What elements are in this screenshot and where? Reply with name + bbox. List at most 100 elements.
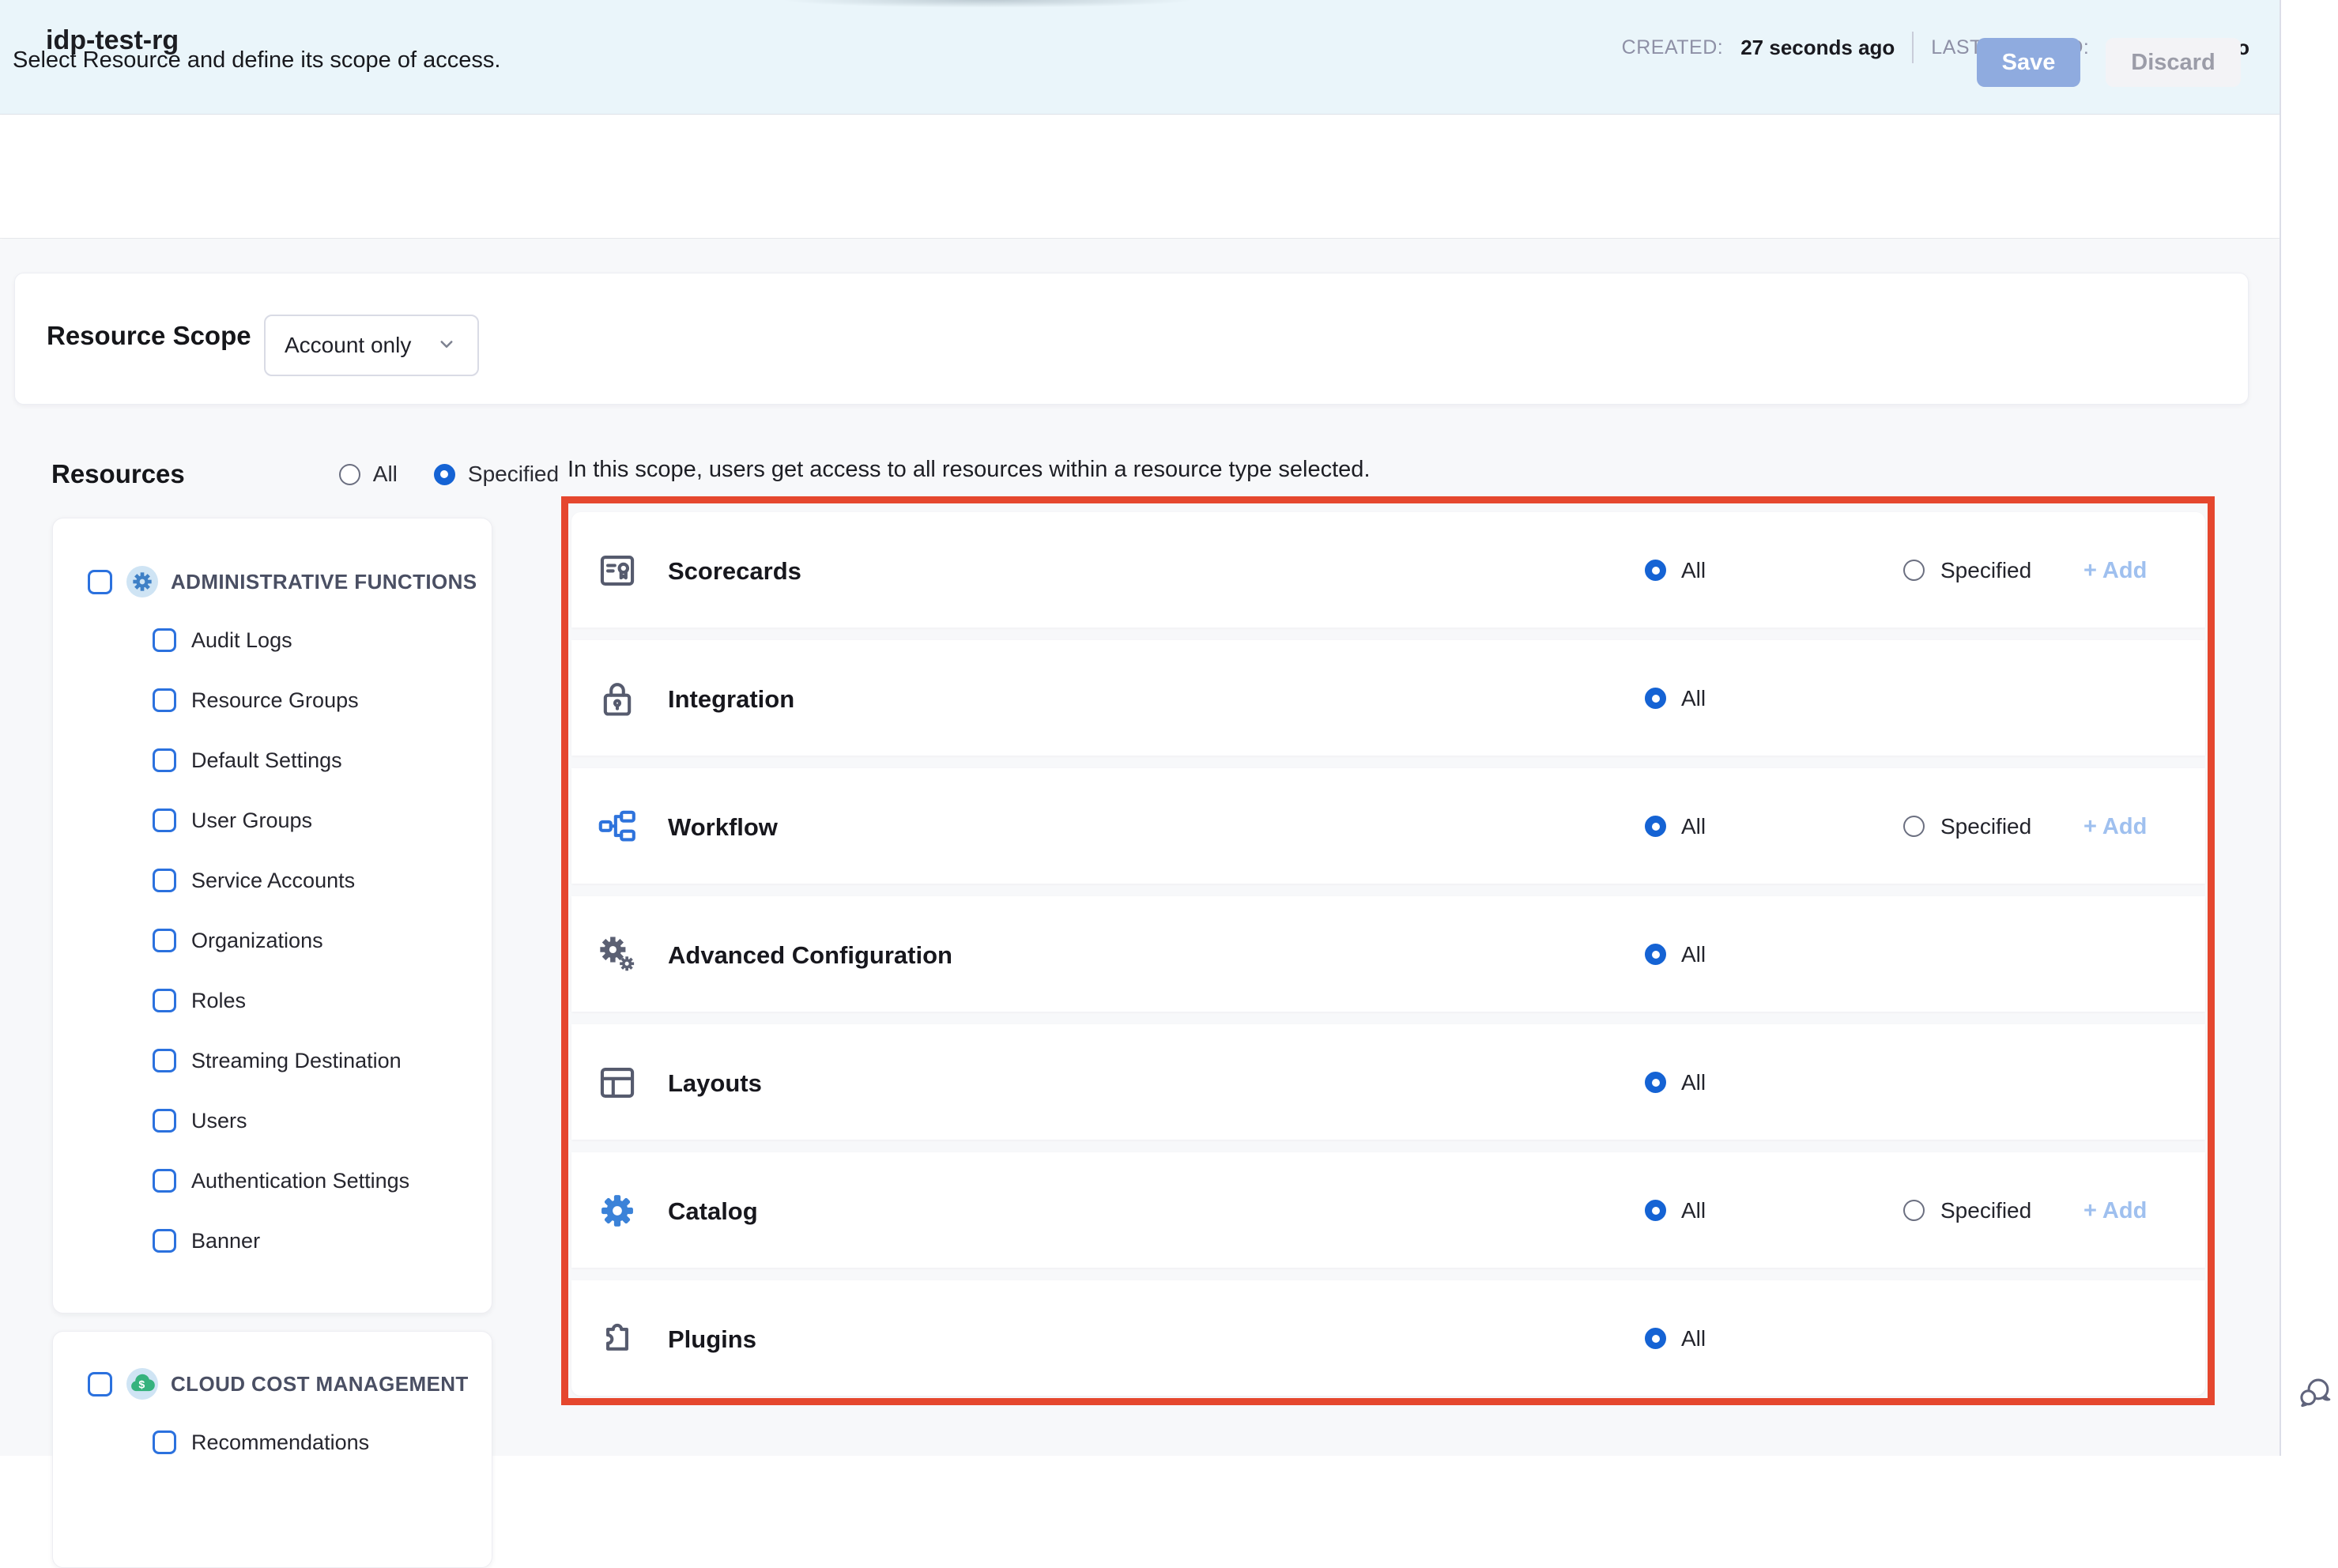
row-radio-all-label[interactable]: All bbox=[1681, 1198, 1706, 1223]
row-radio-specified[interactable] bbox=[1903, 1200, 1925, 1221]
highlight-red-box: Scorecards All Specified + Add Integratio… bbox=[561, 496, 2215, 1405]
resource-type-item: Roles bbox=[53, 971, 492, 1031]
resource-type-item: Default Settings bbox=[53, 730, 492, 790]
row-radio-specified-label[interactable]: Specified bbox=[1940, 558, 2031, 583]
resource-row-label: Layouts bbox=[668, 1069, 762, 1098]
cloud-dollar-icon: $ bbox=[126, 1368, 158, 1400]
puzzle-icon bbox=[597, 1318, 638, 1359]
item-checkbox[interactable] bbox=[153, 929, 176, 952]
resources-radio-specified[interactable] bbox=[434, 464, 455, 485]
save-button[interactable]: Save bbox=[1977, 38, 2080, 87]
row-radio-all[interactable] bbox=[1645, 1328, 1666, 1349]
item-label: Users bbox=[191, 1109, 247, 1133]
row-radio-all-label[interactable]: All bbox=[1681, 1326, 1706, 1351]
item-label: Authentication Settings bbox=[191, 1169, 409, 1193]
row-radio-all[interactable] bbox=[1645, 816, 1666, 837]
lock-icon bbox=[597, 678, 638, 719]
row-radio-all-label[interactable]: All bbox=[1681, 942, 1706, 967]
resources-radio-specified-label[interactable]: Specified bbox=[468, 462, 559, 487]
resources-radio-all-label[interactable]: All bbox=[373, 462, 398, 487]
group-name: ADMINISTRATIVE FUNCTIONS bbox=[171, 570, 477, 594]
resource-scope-card: Resource Scope Account only bbox=[14, 273, 2249, 405]
gear-solid-icon bbox=[597, 1190, 638, 1231]
group-checkbox[interactable] bbox=[88, 1372, 112, 1396]
resource-row-label: Catalog bbox=[668, 1197, 758, 1226]
item-checkbox[interactable] bbox=[153, 989, 176, 1012]
resources-title: Resources bbox=[51, 459, 185, 489]
svg-text:$: $ bbox=[138, 1378, 145, 1391]
item-checkbox[interactable] bbox=[153, 869, 176, 892]
item-label: Banner bbox=[191, 1229, 260, 1253]
resource-group-header: $ CLOUD COST MANAGEMENT bbox=[53, 1363, 492, 1404]
scope-row-plugins: Plugins All bbox=[571, 1280, 2205, 1396]
group-name: CLOUD COST MANAGEMENT bbox=[171, 1372, 469, 1396]
resource-scope-dropdown[interactable]: Account only bbox=[264, 315, 479, 376]
scope-row-integration: Integration All bbox=[571, 640, 2205, 756]
row-radio-specified-label[interactable]: Specified bbox=[1940, 1198, 2031, 1223]
resource-type-item: Resource Groups bbox=[53, 670, 492, 730]
item-checkbox[interactable] bbox=[153, 1430, 176, 1454]
resource-row-label: Workflow bbox=[668, 813, 778, 842]
item-label: Resource Groups bbox=[191, 688, 359, 713]
scope-info-text: In this scope, users get access to all r… bbox=[568, 457, 1371, 483]
action-toolbar bbox=[0, 115, 2280, 239]
resource-row-label: Integration bbox=[668, 685, 794, 714]
row-radio-all-label[interactable]: All bbox=[1681, 558, 1706, 583]
resource-row-label: Scorecards bbox=[668, 557, 801, 586]
row-radio-all[interactable] bbox=[1645, 560, 1666, 581]
item-checkbox[interactable] bbox=[153, 1049, 176, 1072]
item-checkbox[interactable] bbox=[153, 1169, 176, 1193]
row-radio-specified-label[interactable]: Specified bbox=[1940, 814, 2031, 839]
row-radio-all[interactable] bbox=[1645, 944, 1666, 965]
item-checkbox[interactable] bbox=[153, 1229, 176, 1253]
row-radio-specified[interactable] bbox=[1903, 560, 1925, 581]
resource-row-label: Plugins bbox=[668, 1325, 756, 1354]
scope-row-workflow: Workflow All Specified + Add bbox=[571, 768, 2205, 884]
resource-group-header: ADMINISTRATIVE FUNCTIONS bbox=[53, 561, 492, 602]
gear-badge-icon bbox=[126, 566, 158, 597]
resource-scope-label: Resource Scope bbox=[47, 321, 251, 351]
group-checkbox[interactable] bbox=[88, 570, 112, 594]
row-radio-all[interactable] bbox=[1645, 1200, 1666, 1221]
resource-type-item: Organizations bbox=[53, 910, 492, 971]
item-label: Roles bbox=[191, 989, 246, 1013]
item-label: Service Accounts bbox=[191, 869, 355, 893]
right-margin-strip bbox=[2280, 0, 2338, 1456]
chat-bubbles-icon[interactable] bbox=[2296, 1374, 2332, 1410]
created-label: CREATED: bbox=[1622, 36, 1724, 59]
row-radio-all-label[interactable]: All bbox=[1681, 1070, 1706, 1095]
top-toast-shadow bbox=[696, 0, 1280, 11]
row-radio-specified[interactable] bbox=[1903, 816, 1925, 837]
resources-panel-header: Resources All Specified bbox=[51, 453, 559, 496]
resource-type-item: Banner bbox=[53, 1211, 492, 1271]
discard-button[interactable]: Discard bbox=[2106, 38, 2241, 87]
layout-icon bbox=[597, 1062, 638, 1103]
item-label: Audit Logs bbox=[191, 628, 292, 653]
scorecards-icon bbox=[597, 550, 638, 591]
row-add-link[interactable]: + Add bbox=[2083, 1198, 2147, 1224]
row-radio-all-label[interactable]: All bbox=[1681, 686, 1706, 711]
row-add-link[interactable]: + Add bbox=[2083, 814, 2147, 840]
item-checkbox[interactable] bbox=[153, 688, 176, 712]
item-label: Streaming Destination bbox=[191, 1049, 402, 1073]
resource-type-item: User Groups bbox=[53, 790, 492, 850]
resource-group-card-1: ADMINISTRATIVE FUNCTIONS Audit Logs Reso… bbox=[52, 518, 492, 1314]
item-label: Default Settings bbox=[191, 748, 342, 773]
item-checkbox[interactable] bbox=[153, 628, 176, 652]
resource-type-item: Users bbox=[53, 1091, 492, 1151]
scope-row-advanced-configuration: Advanced Configuration All bbox=[571, 896, 2205, 1012]
item-checkbox[interactable] bbox=[153, 808, 176, 832]
resource-type-item: Service Accounts bbox=[53, 850, 492, 910]
row-radio-all[interactable] bbox=[1645, 1072, 1666, 1093]
row-radio-all[interactable] bbox=[1645, 688, 1666, 709]
chevron-down-icon bbox=[435, 332, 458, 360]
toolbar-description: Select Resource and define its scope of … bbox=[13, 47, 500, 74]
row-add-link[interactable]: + Add bbox=[2083, 558, 2147, 584]
item-label: User Groups bbox=[191, 808, 312, 833]
item-checkbox[interactable] bbox=[153, 1109, 176, 1133]
resource-row-label: Advanced Configuration bbox=[668, 941, 952, 970]
resources-radio-all[interactable] bbox=[339, 464, 360, 485]
resource-type-item: Audit Logs bbox=[53, 610, 492, 670]
row-radio-all-label[interactable]: All bbox=[1681, 814, 1706, 839]
item-checkbox[interactable] bbox=[153, 748, 176, 772]
